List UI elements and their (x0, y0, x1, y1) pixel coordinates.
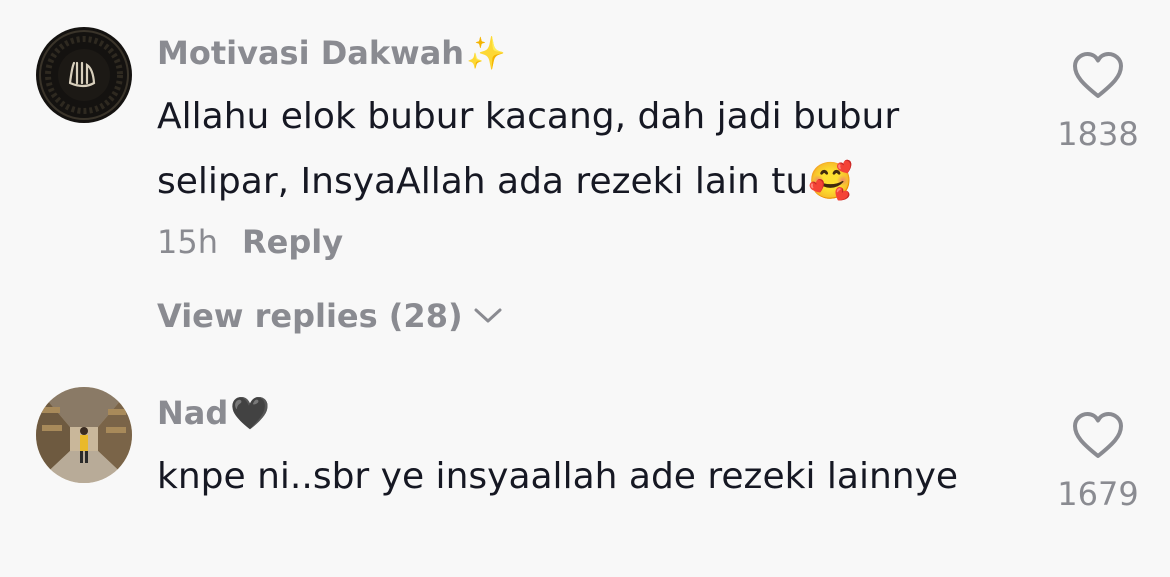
allah-calligraphy-icon (36, 27, 132, 123)
comment-body: knpe ni..sbr ye insyaallah ade rezeki la… (157, 456, 959, 497)
avatar[interactable] (36, 27, 132, 123)
comment-body: Allahu elok bubur kacang, dah jadi bubur… (157, 96, 900, 202)
heart-icon[interactable] (1071, 410, 1125, 460)
comment-text: Allahu elok bubur kacang, dah jadi bubur… (157, 84, 1017, 214)
smiling-hearts-emoji: 🥰 (808, 161, 854, 202)
warehouse-person-icon (36, 387, 132, 483)
chevron-down-icon (474, 308, 502, 323)
comment-item: Motivasi Dakwah✨ Allahu elok bubur kacan… (0, 0, 1170, 350)
sparkles-emoji: ✨ (466, 34, 506, 72)
black-heart-emoji: 🖤 (230, 394, 271, 432)
comments-screen: { "comments": [ { "username": "Motivasi … (0, 0, 1170, 577)
comment-item: Nad🖤 knpe ni..sbr ye insyaallah ade reze… (0, 350, 1170, 577)
username-text: Nad (157, 394, 229, 432)
comment-timestamp: 15h (157, 223, 218, 261)
view-replies-label: View replies (28) (157, 297, 463, 335)
heart-icon[interactable] (1071, 50, 1125, 100)
avatar[interactable] (36, 387, 132, 483)
comment-text: knpe ni..sbr ye insyaallah ade rezeki la… (157, 444, 1017, 509)
like-count: 1679 (1057, 475, 1139, 513)
reply-button[interactable]: Reply (242, 223, 343, 261)
comment-meta: 15h Reply (157, 222, 343, 262)
like-section: 1838 (1048, 50, 1148, 154)
comment-username[interactable]: Nad🖤 (157, 393, 270, 433)
comment-username[interactable]: Motivasi Dakwah✨ (157, 33, 506, 73)
view-replies-button[interactable]: View replies (28) (157, 296, 503, 336)
like-count: 1838 (1057, 115, 1139, 153)
like-section: 1679 (1048, 410, 1148, 514)
username-text: Motivasi Dakwah (157, 34, 465, 72)
